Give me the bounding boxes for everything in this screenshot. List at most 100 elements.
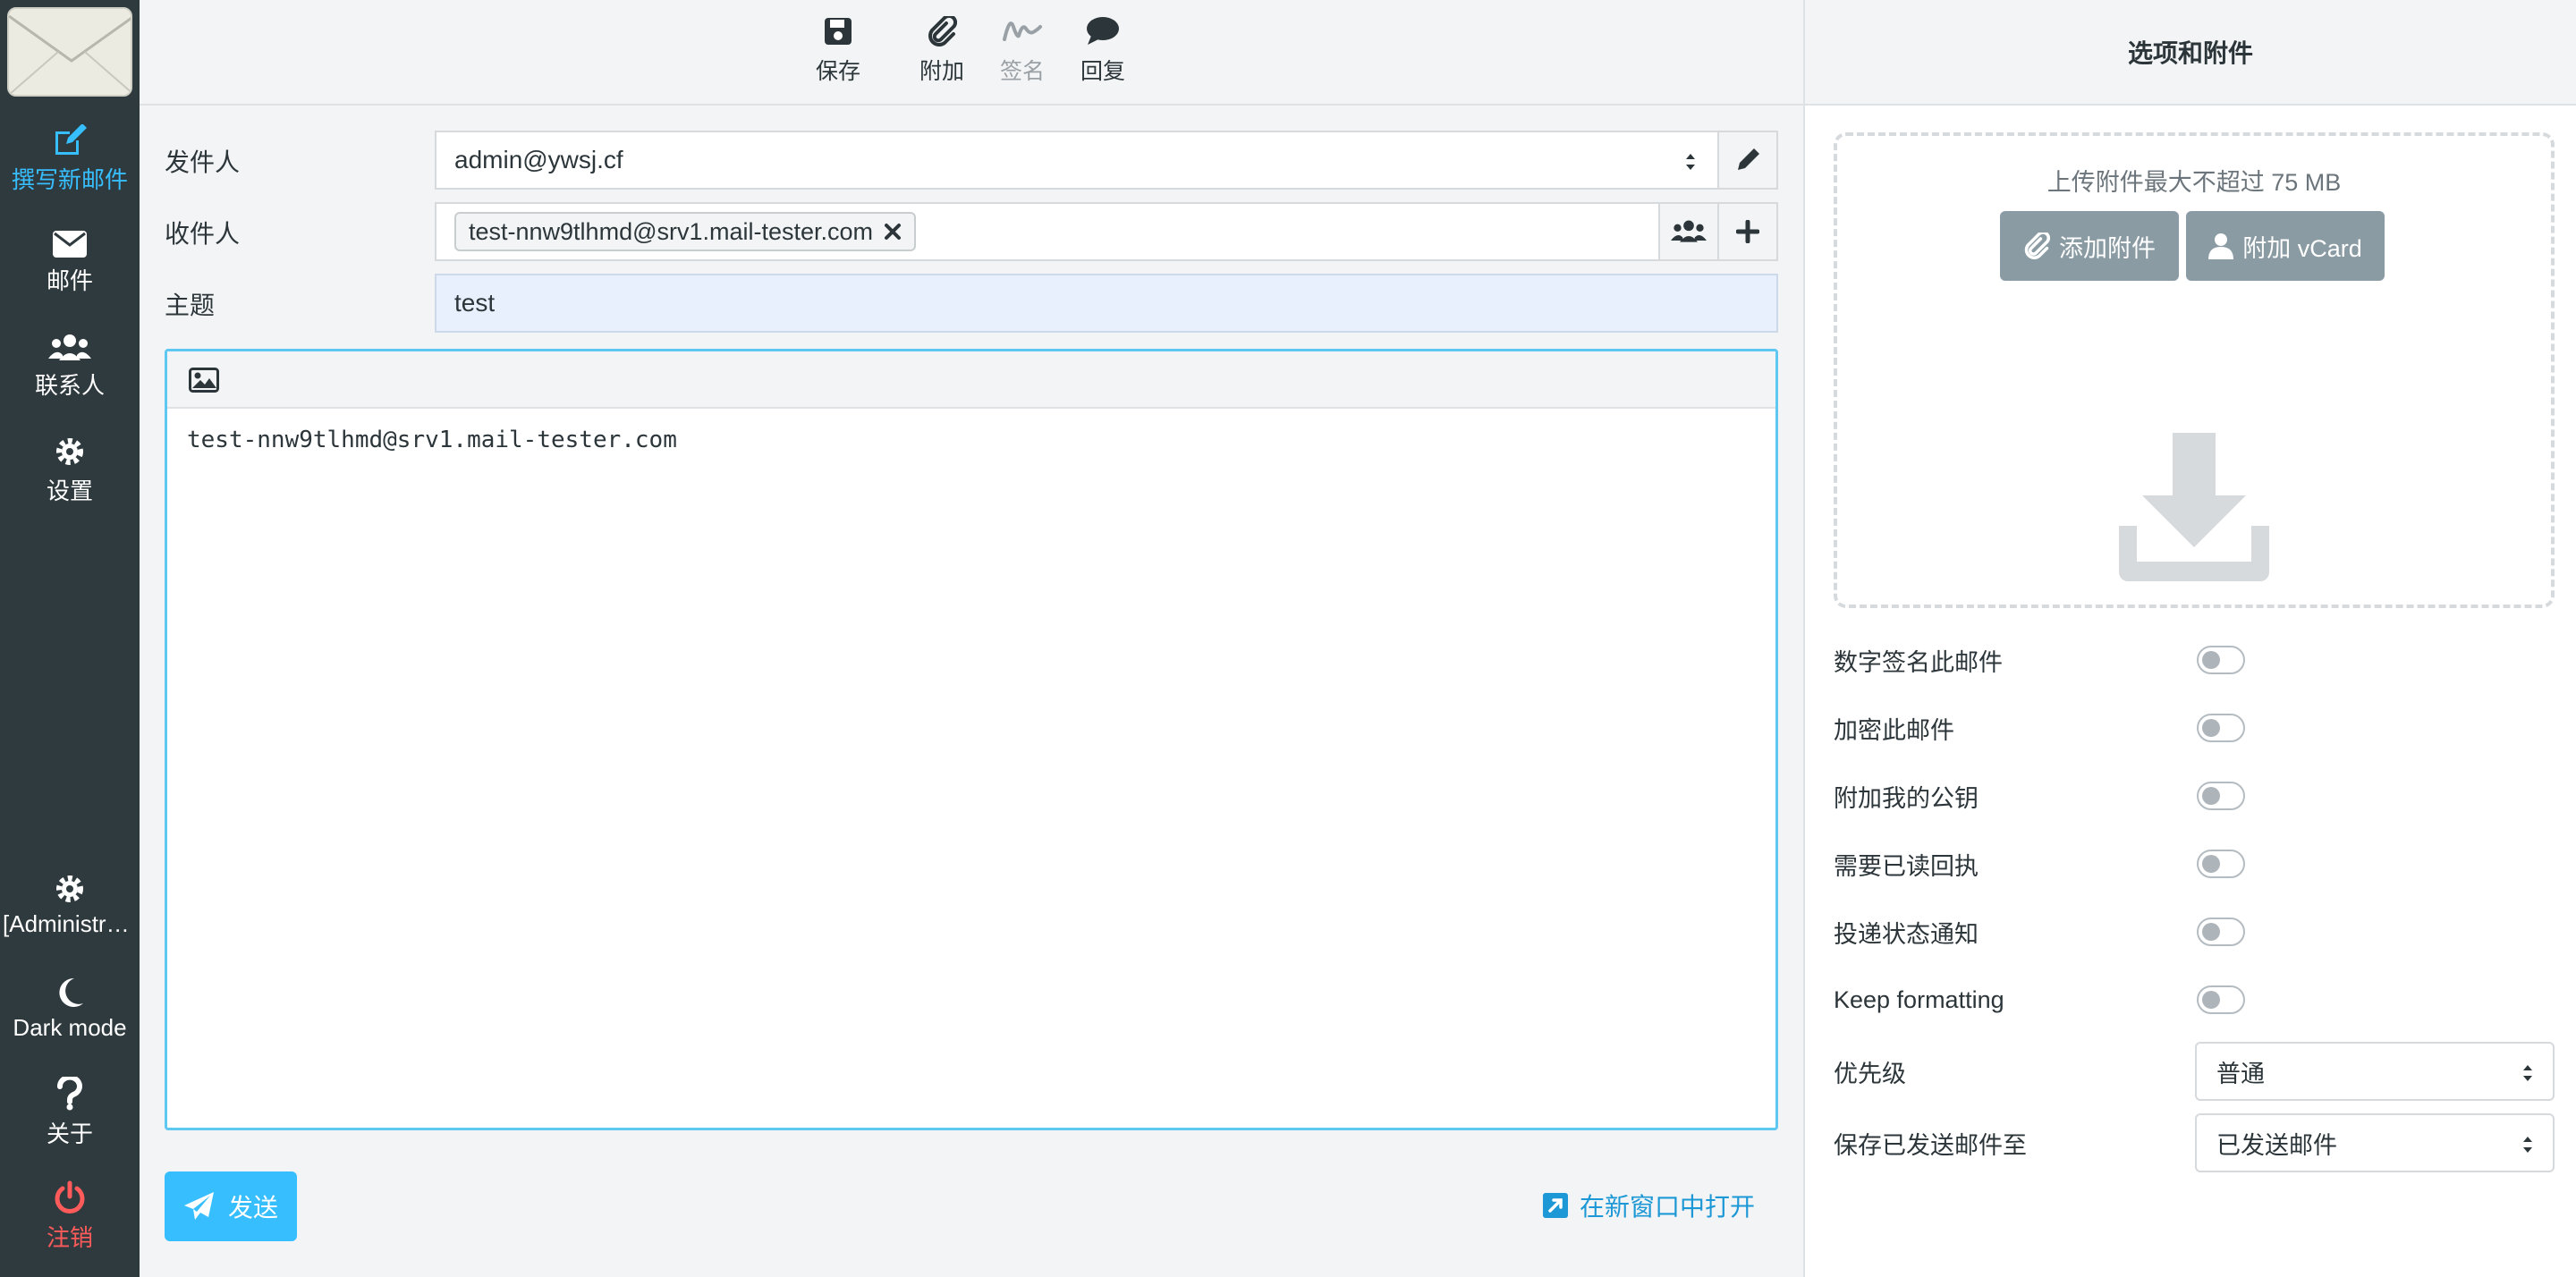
select-arrows-icon [2523, 1065, 2532, 1081]
send-button[interactable]: 发送 [165, 1171, 297, 1241]
send-label: 发送 [227, 1194, 278, 1222]
option-delivery-status: 投递状态通知 [1834, 905, 2555, 959]
digital-sign-toggle[interactable] [2197, 646, 2245, 674]
priority-value: 普通 [2216, 1060, 2265, 1087]
attachment-dropzone[interactable]: 上传附件最大不超过 75 MB 添加附件 附加 vCard [1834, 132, 2555, 608]
sidebar-item-contacts[interactable]: 联系人 [0, 322, 140, 411]
option-label: Keep formatting [1834, 985, 2004, 1013]
sidebar-item-label: Dark mode [13, 1013, 127, 1041]
recipient-chip[interactable]: test-nnw9tlhmd@srv1.mail-tester.com [454, 212, 917, 251]
message-body: test-nnw9tlhmd@srv1.mail-tester.com [187, 427, 677, 453]
edit-identity-button[interactable] [1717, 131, 1778, 190]
recipient-address: test-nnw9tlhmd@srv1.mail-tester.com [469, 217, 874, 245]
sidebar-item-settings[interactable]: 设置 [0, 426, 140, 515]
address-book-button[interactable] [1658, 202, 1719, 261]
signature-icon [1003, 21, 1042, 41]
floppy-disk-icon [825, 18, 852, 45]
responses-button[interactable]: 回复 [1063, 16, 1143, 97]
select-arrows-icon [1686, 154, 1695, 170]
attach-vcard-button[interactable]: 附加 vCard [2186, 211, 2385, 281]
paper-plane-icon [183, 1192, 214, 1220]
sidebar-item-logout[interactable]: 注销 [0, 1171, 140, 1261]
users-icon [48, 334, 91, 360]
sidebar-item-administration[interactable]: [Administra... [0, 860, 140, 950]
delivery-status-toggle[interactable] [2197, 918, 2245, 946]
sidebar-item-label: [Administra... [3, 909, 137, 937]
from-label: 发件人 [165, 148, 241, 176]
from-select[interactable]: admin@ywsj.cf [435, 131, 1719, 190]
plus-icon [1736, 220, 1759, 243]
responses-label: 回复 [1080, 59, 1125, 84]
save-sent-value: 已发送邮件 [2216, 1131, 2337, 1159]
option-save-sent: 保存已发送邮件至 已发送邮件 [1834, 1112, 2555, 1173]
option-encrypt: 加密此邮件 [1834, 701, 2555, 755]
option-label: 加密此邮件 [1834, 716, 1954, 744]
save-sent-label: 保存已发送邮件至 [1834, 1131, 2027, 1159]
read-receipt-toggle[interactable] [2197, 850, 2245, 878]
sidebar-item-mail[interactable]: 邮件 [0, 218, 140, 308]
to-label: 收件人 [165, 220, 241, 248]
option-label: 投递状态通知 [1834, 920, 1979, 948]
compose-icon [55, 123, 87, 155]
gear-icon [56, 437, 83, 465]
sidebar-item-label: 设置 [46, 477, 93, 504]
save-sent-select[interactable]: 已发送邮件 [2195, 1113, 2555, 1172]
gear-icon [56, 875, 83, 902]
open-in-new-window-link[interactable]: 在新窗口中打开 [1542, 1188, 1755, 1223]
message-editor[interactable]: test-nnw9tlhmd@srv1.mail-tester.com [165, 349, 1778, 1130]
open-new-window-label: 在新窗口中打开 [1580, 1193, 1756, 1221]
option-label: 数字签名此邮件 [1834, 648, 2003, 676]
option-label: 附加我的公钥 [1834, 784, 1979, 812]
signature-label: 签名 [999, 59, 1045, 84]
options-title: 选项和附件 [1805, 0, 2576, 106]
save-label: 保存 [815, 59, 860, 84]
sidebar-item-about[interactable]: 关于 [0, 1068, 140, 1157]
option-priority: 优先级 普通 [1834, 1041, 2555, 1102]
attach-label: 附加 [919, 59, 964, 84]
upload-limit-hint: 上传附件最大不超过 75 MB [2046, 169, 2342, 196]
speech-bubble-icon [1087, 17, 1119, 45]
keep-formatting-toggle[interactable] [2197, 985, 2245, 1014]
sidebar-item-label: 注销 [46, 1223, 93, 1251]
envelope-logo-icon [9, 9, 131, 95]
sidebar-item-label: 联系人 [34, 371, 105, 399]
encrypt-toggle[interactable] [2197, 714, 2245, 742]
sidebar-item-label: 撰写新邮件 [11, 165, 128, 193]
to-input[interactable]: test-nnw9tlhmd@srv1.mail-tester.com [435, 202, 1660, 261]
download-icon [2119, 433, 2269, 581]
priority-label: 优先级 [1834, 1060, 1906, 1087]
image-icon[interactable] [189, 368, 219, 393]
add-header-button[interactable] [1717, 202, 1778, 261]
attach-button[interactable]: 附加 [902, 16, 982, 97]
app-logo[interactable] [7, 7, 132, 97]
option-keep-formatting: Keep formatting [1834, 973, 2555, 1027]
close-icon[interactable] [884, 223, 902, 241]
add-attachment-button[interactable]: 添加附件 [2000, 211, 2179, 281]
sidebar-item-label: 邮件 [46, 266, 93, 294]
sidebar-item-dark-mode[interactable]: Dark mode [0, 964, 140, 1053]
paperclip-icon [2024, 233, 2050, 259]
option-digital-sign: 数字签名此邮件 [1834, 633, 2555, 687]
select-arrows-icon [2523, 1137, 2532, 1153]
subject-input[interactable]: test [435, 274, 1778, 333]
from-value: admin@ywsj.cf [454, 146, 623, 173]
subject-label: 主题 [165, 292, 216, 319]
save-button[interactable]: 保存 [798, 16, 878, 97]
attach-vcard-label: 附加 vCard [2242, 234, 2362, 262]
question-icon [57, 1076, 82, 1110]
moon-icon [59, 977, 83, 1007]
option-read-receipt: 需要已读回执 [1834, 837, 2555, 891]
paperclip-icon [928, 16, 957, 47]
attach-public-key-toggle[interactable] [2197, 782, 2245, 810]
priority-select[interactable]: 普通 [2195, 1042, 2555, 1101]
compose-toolbar: 保存 附加 签名 回复 [140, 0, 1803, 106]
external-link-icon [1543, 1193, 1568, 1218]
signature-button[interactable]: 签名 [982, 16, 1063, 97]
sidebar-item-compose[interactable]: 撰写新邮件 [0, 114, 140, 204]
users-icon [1671, 220, 1707, 242]
options-panel: 选项和附件 上传附件最大不超过 75 MB 添加附件 附加 vCard 数字签名… [1803, 0, 2576, 1277]
option-attach-public-key: 附加我的公钥 [1834, 769, 2555, 823]
pencil-icon [1738, 148, 1759, 170]
power-icon [55, 1180, 85, 1214]
sidebar: 撰写新邮件 邮件 联系人 设置 [Administra... Dark mode… [0, 0, 140, 1277]
